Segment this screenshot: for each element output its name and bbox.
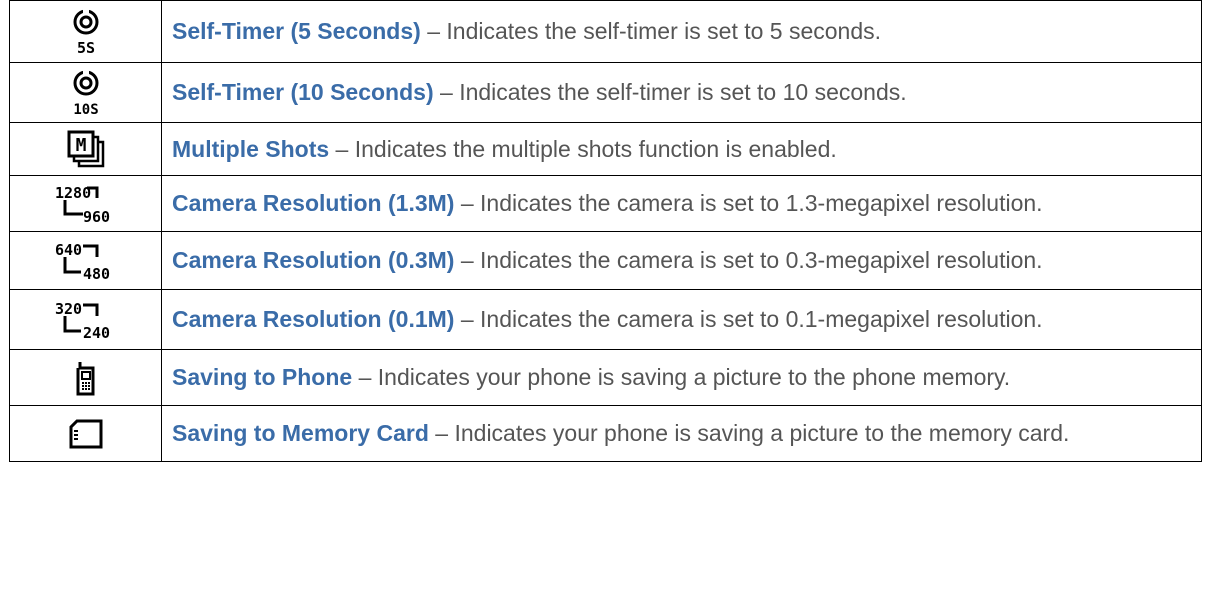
row-dash: – <box>454 306 481 332</box>
description-cell: Camera Resolution (0.3M) – Indicates the… <box>161 231 1202 290</box>
row-description: Indicates your phone is saving a picture… <box>377 364 1011 390</box>
resolution-1280x960-icon: 1280 960 <box>55 184 110 226</box>
row-term: Saving to Memory Card <box>172 420 429 446</box>
icon-cell: M <box>9 122 162 176</box>
icon-label: M <box>75 135 86 156</box>
icon-label-top: 320 <box>55 300 82 318</box>
row-term: Self-Timer (10 Seconds) <box>172 79 434 105</box>
description-cell: Self-Timer (10 Seconds) – Indicates the … <box>161 62 1202 123</box>
resolution-320x240-icon: 320 240 <box>55 300 110 342</box>
table-row: 320 240 Camera Resolution (0.1M) – Indic… <box>9 289 1202 350</box>
row-dash: – <box>329 135 355 162</box>
icon-label-bottom: 240 <box>83 324 110 342</box>
row-description: Indicates the camera is set to 0.1-megap… <box>480 306 1043 332</box>
row-dash: – <box>352 364 378 390</box>
self-timer-10s-icon: 10S <box>73 69 98 117</box>
row-description: Indicates the self-timer is set to 5 sec… <box>446 18 882 44</box>
description-cell: Saving to Phone – Indicates your phone i… <box>161 349 1202 406</box>
icon-cell: 5S <box>9 0 162 63</box>
description-cell: Saving to Memory Card – Indicates your p… <box>161 405 1202 462</box>
icon-label-top: 1280 <box>55 184 91 202</box>
row-term: Camera Resolution (0.1M) <box>172 306 455 332</box>
row-description: Indicates the multiple shots function is… <box>354 135 837 162</box>
table-row: 640 480 Camera Resolution (0.3M) – Indic… <box>9 231 1202 290</box>
memory-card-icon <box>69 419 102 448</box>
row-term: Camera Resolution (1.3M) <box>172 190 455 216</box>
icon-cell: 1280 960 <box>9 175 162 232</box>
row-dash: – <box>454 190 481 216</box>
row-description: Indicates the camera is set to 1.3-megap… <box>480 190 1043 216</box>
row-dash: – <box>420 18 447 44</box>
table-row: Saving to Memory Card – Indicates your p… <box>9 405 1202 462</box>
phone-icon <box>76 361 94 395</box>
table-row: M Multiple Shots – Indicates the multipl… <box>9 122 1202 176</box>
icon-cell: 10S <box>9 62 162 123</box>
resolution-640x480-icon: 640 480 <box>55 241 110 283</box>
row-term: Self-Timer (5 Seconds) <box>172 18 421 44</box>
icon-legend-table: 5S Self-Timer (5 Seconds) – Indicates th… <box>9 0 1202 462</box>
icon-label-top: 640 <box>55 241 82 259</box>
icon-cell <box>9 349 162 406</box>
table-row: 5S Self-Timer (5 Seconds) – Indicates th… <box>9 0 1202 63</box>
description-cell: Self-Timer (5 Seconds) – Indicates the s… <box>161 0 1202 63</box>
description-cell: Multiple Shots – Indicates the multiple … <box>161 122 1202 176</box>
table-row: 10S Self-Timer (10 Seconds) – Indicates … <box>9 62 1202 123</box>
row-dash: – <box>433 79 460 105</box>
multiple-shots-icon: M <box>67 130 104 168</box>
row-term: Camera Resolution (0.3M) <box>172 247 455 273</box>
icon-label: 10S <box>73 102 98 117</box>
icon-label: 5S <box>76 39 94 56</box>
row-description: Indicates the self-timer is set to 10 se… <box>459 79 907 105</box>
icon-label-bottom: 480 <box>83 265 110 283</box>
row-dash: – <box>454 247 481 273</box>
row-description: Indicates your phone is saving a picture… <box>454 420 1070 446</box>
row-dash: – <box>428 420 455 446</box>
self-timer-5s-icon: 5S <box>73 8 98 56</box>
row-term: Saving to Phone <box>172 364 353 390</box>
table-row: 1280 960 Camera Resolution (1.3M) – Indi… <box>9 175 1202 232</box>
icon-cell <box>9 405 162 462</box>
table-row: Saving to Phone – Indicates your phone i… <box>9 349 1202 406</box>
icon-label-bottom: 960 <box>83 208 110 226</box>
icon-cell: 320 240 <box>9 289 162 350</box>
row-description: Indicates the camera is set to 0.3-megap… <box>480 247 1043 273</box>
description-cell: Camera Resolution (0.1M) – Indicates the… <box>161 289 1202 350</box>
description-cell: Camera Resolution (1.3M) – Indicates the… <box>161 175 1202 232</box>
row-term: Multiple Shots <box>172 135 330 162</box>
icon-cell: 640 480 <box>9 231 162 290</box>
